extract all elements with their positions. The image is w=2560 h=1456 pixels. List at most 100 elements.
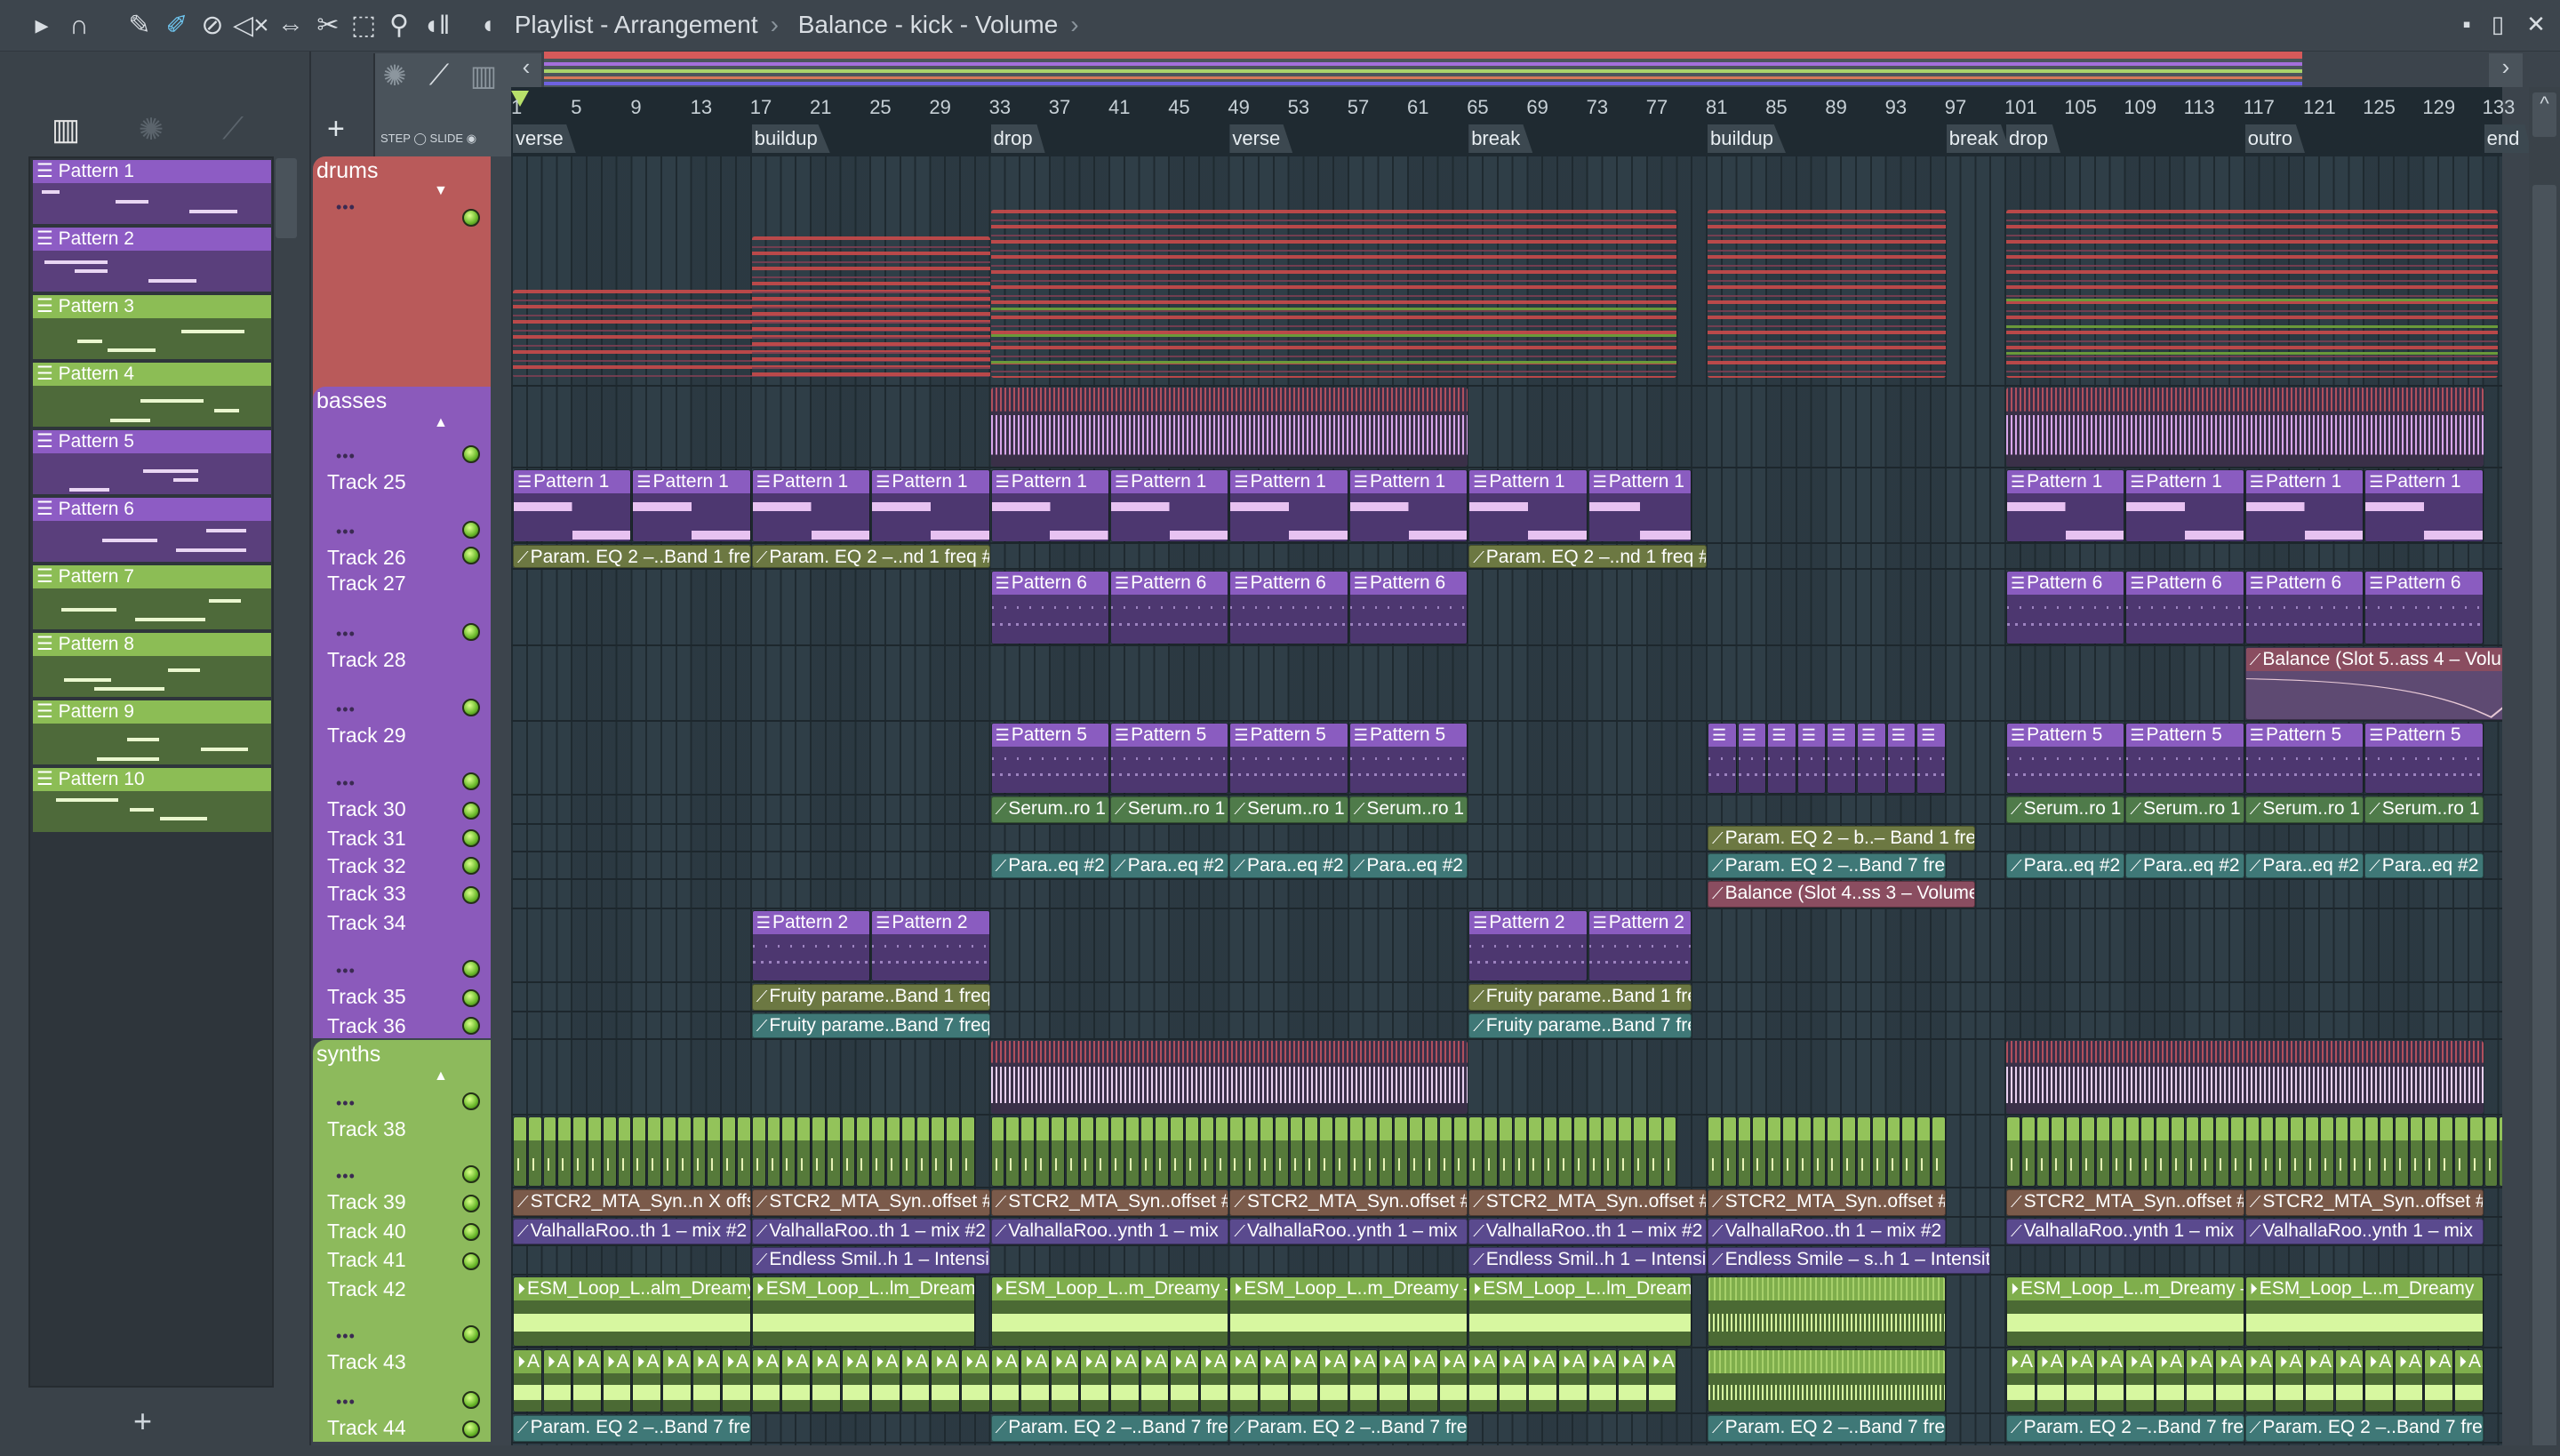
automation-clip[interactable]: ⟋Serum..ro 1 — [2244, 796, 2364, 823]
automation-clip[interactable]: ⟋ValhallaRoo..ynth 1 – mix — [990, 1219, 1229, 1244]
pattern-clip[interactable]: ☰Pattern 5 — [2364, 723, 2484, 794]
automation-clip[interactable]: ⟋ValhallaRoo..ynth 1 – mix — [2006, 1219, 2244, 1244]
audio-clip[interactable] — [1244, 1116, 1259, 1187]
audio-clip[interactable]: ⏵A..n — [2394, 1349, 2424, 1412]
track-enable-led[interactable] — [462, 772, 480, 790]
automation-clip[interactable]: ⟋Param. EQ 2 –..Band 1 freq — [513, 545, 751, 568]
audio-clip[interactable] — [1379, 1116, 1394, 1187]
group-name[interactable]: basses — [316, 388, 387, 414]
audio-clip[interactable] — [1065, 1116, 1080, 1187]
audio-clip[interactable] — [1782, 1116, 1796, 1187]
audio-clip[interactable] — [2244, 1116, 2260, 1187]
pattern-clip[interactable]: ☰Pattern 1 — [1229, 469, 1348, 542]
audio-clip[interactable] — [1080, 1116, 1095, 1187]
automation-clip[interactable]: ⟋Para..eq #2 — [2244, 853, 2364, 878]
automation-clip[interactable]: ⟋Para..eq #2 — [1110, 853, 1229, 878]
audio-clip[interactable]: ⏵A..n — [1498, 1349, 1528, 1412]
audio-clip[interactable]: ⏵A..n — [1468, 1349, 1498, 1412]
audio-clip[interactable] — [1513, 1116, 1528, 1187]
audio-clip[interactable] — [826, 1116, 841, 1187]
audio-clip[interactable] — [513, 1116, 527, 1187]
audio-clip[interactable]: ⏵ESM_Loop_L..m_Dreamy – — [990, 1276, 1229, 1347]
playback-icon[interactable]: ◖‖ — [421, 11, 452, 41]
audio-clip[interactable] — [2364, 1116, 2379, 1187]
audio-clip[interactable] — [1662, 1116, 1677, 1187]
automation-clip[interactable]: ⟋Para..eq #2 — [2125, 853, 2244, 878]
track-menu-dots[interactable]: ••• — [336, 625, 356, 644]
track-menu-dots[interactable]: ••• — [336, 523, 356, 541]
time-marker-drop[interactable]: drop — [990, 124, 1045, 153]
time-marker-verse[interactable]: verse — [513, 124, 576, 153]
pattern-clip[interactable]: ☰Pattern 1 — [2006, 469, 2125, 542]
playlist-grid[interactable]: ☰Pattern 1 ☰Pattern 1 ☰Pattern 1 ☰Pattern 1… — [511, 156, 2502, 1445]
track-enable-led[interactable] — [462, 445, 480, 463]
pattern-clip[interactable]: ☰Pattern 1 — [990, 469, 1109, 542]
audio-clip[interactable] — [2424, 1116, 2439, 1187]
audio-clip[interactable] — [1438, 1116, 1453, 1187]
breadcrumb-playlist[interactable]: Playlist - Arrangement — [515, 11, 758, 38]
track-name[interactable]: Track 41 — [327, 1248, 406, 1272]
audio-clip[interactable]: ⏵A..n — [1319, 1349, 1348, 1412]
pattern-clip[interactable]: ☰Pattern 1 — [2364, 469, 2484, 542]
automation-clip[interactable]: ⟋Serum..ro 1 — [1348, 796, 1468, 823]
automation-clip[interactable]: ⟋Para..eq #2 — [2364, 853, 2484, 878]
vertical-scrollbar[interactable]: ^ — [2529, 87, 2560, 1456]
add-track-button[interactable]: + — [327, 112, 345, 147]
track-name[interactable]: Track 31 — [327, 827, 406, 851]
automation-clip[interactable]: ⟋ValhallaRoo..ynth 1 – mix — [2244, 1219, 2484, 1244]
audio-clip[interactable] — [1229, 1116, 1244, 1187]
audio-clip[interactable] — [1304, 1116, 1319, 1187]
audio-clip[interactable] — [2036, 1116, 2051, 1187]
pattern-clip[interactable]: ☰Pattern 1 — [2244, 469, 2364, 542]
automation-clip[interactable]: ⟋Param. EQ 2 –..Band 7 freq — [990, 1415, 1229, 1442]
track-name[interactable]: Track 28 — [327, 648, 406, 672]
track-menu-dots[interactable]: ••• — [336, 1094, 356, 1113]
automation-clip[interactable]: ⟋Endless Smil..h 1 – Intensit — [751, 1247, 990, 1274]
audio-clip[interactable] — [1498, 1116, 1513, 1187]
audio-clip[interactable] — [1932, 1116, 1946, 1187]
automation-clip[interactable]: ⟋Fruity parame..Band 1 freq — [1468, 984, 1692, 1011]
audio-clip[interactable]: ⏵A..n — [1050, 1349, 1080, 1412]
audio-clip[interactable] — [1170, 1116, 1184, 1187]
automation-clip[interactable]: ⟋ValhallaRoo..th 1 – mix #2 — [1468, 1219, 1707, 1244]
track-enable-led[interactable] — [462, 1195, 480, 1212]
audio-clip[interactable] — [557, 1116, 572, 1187]
audio-clip[interactable] — [2095, 1116, 2110, 1187]
audio-clip[interactable] — [812, 1116, 826, 1187]
audio-clip[interactable]: ⏵ESM_Loop_L..m_Dreamy – — [1229, 1276, 1468, 1347]
audio-clip[interactable] — [871, 1116, 885, 1187]
audio-clip[interactable]: ⏵ESM_Loop_L..lm_Dreamy — [751, 1276, 975, 1347]
audio-clip[interactable]: ⏵A..n — [1409, 1349, 1438, 1412]
automation-clip[interactable]: ⟋Endless Smil..h 1 – Intensit — [1468, 1247, 1707, 1274]
audio-clip[interactable] — [2439, 1116, 2453, 1187]
collapse-up-icon[interactable]: ▲ — [434, 1068, 448, 1084]
automation-clip[interactable]: ⟋Serum..ro 1 — [2125, 796, 2244, 823]
pattern-clip[interactable]: ☰Pattern 5 — [2244, 723, 2364, 794]
audio-clip[interactable] — [2290, 1116, 2304, 1187]
pattern-clip[interactable]: ☰Pattern 1 — [871, 469, 990, 542]
audio-clip[interactable]: ⏵A..n — [2364, 1349, 2394, 1412]
automation-clip[interactable]: ⟋Para..eq #2 — [990, 853, 1109, 878]
track-name[interactable]: Track 36 — [327, 1014, 406, 1038]
audio-clip[interactable] — [900, 1116, 916, 1187]
audio-clip[interactable] — [2200, 1116, 2215, 1187]
pattern-clip[interactable]: ☰ — [1737, 723, 1767, 794]
audio-clip[interactable] — [1737, 1116, 1752, 1187]
pattern-list-item[interactable]: ☰ Pattern 8 — [33, 633, 271, 699]
track-enable-led[interactable] — [462, 623, 480, 641]
track-enable-led[interactable] — [462, 1017, 480, 1035]
slip-icon[interactable]: ⇔ — [276, 11, 306, 41]
audio-clip[interactable]: ⏵A..n — [1379, 1349, 1408, 1412]
track-name[interactable]: Track 43 — [327, 1350, 406, 1374]
audio-clip[interactable]: ⏵ESM_Loop_L..m_Dreamy — [2244, 1276, 2484, 1347]
audio-clip[interactable] — [692, 1116, 707, 1187]
audio-clip[interactable] — [1423, 1116, 1438, 1187]
automation-clip[interactable]: ⟋Serum..ro 1 — [1229, 796, 1348, 823]
audio-clip[interactable] — [2394, 1116, 2409, 1187]
audio-clip[interactable]: ⏵A..n — [1647, 1349, 1677, 1412]
audio-clip[interactable] — [1543, 1116, 1557, 1187]
audio-clip[interactable] — [1036, 1116, 1050, 1187]
audio-clip[interactable] — [1334, 1116, 1348, 1187]
pattern-clip[interactable]: ☰Pattern 6 — [1110, 571, 1229, 644]
automation-clip[interactable]: ⟋ValhallaRoo..th 1 – mix #2 — [751, 1219, 990, 1244]
